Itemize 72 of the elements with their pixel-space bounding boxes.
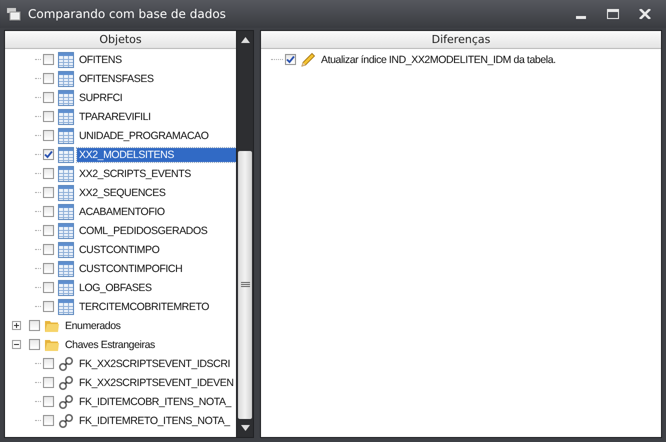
table-icon bbox=[58, 90, 74, 106]
tree-item[interactable]: Enumerados bbox=[63, 318, 123, 332]
tree-item[interactable]: Chaves Estrangeiras bbox=[63, 338, 157, 352]
table-icon bbox=[58, 128, 74, 144]
checkbox[interactable] bbox=[43, 225, 54, 236]
pencil-icon bbox=[300, 52, 316, 68]
checkbox[interactable] bbox=[43, 377, 54, 388]
checkbox[interactable] bbox=[43, 244, 54, 255]
checkbox[interactable] bbox=[43, 415, 54, 426]
tree-item[interactable]: ACABAMENTOFIO bbox=[77, 204, 167, 218]
tree-item[interactable]: TPARAREVIFILI bbox=[77, 110, 153, 124]
checkbox[interactable] bbox=[43, 92, 54, 103]
column-header: Objetos bbox=[5, 31, 236, 49]
table-icon bbox=[58, 184, 74, 200]
tree-item[interactable]: CUSTCONTIMPO bbox=[77, 242, 162, 256]
checkbox[interactable] bbox=[43, 54, 54, 65]
table-icon bbox=[58, 70, 74, 86]
table-icon bbox=[58, 108, 74, 124]
tree-item[interactable]: XX2_MODELSITENS bbox=[77, 148, 236, 162]
column-header: Diferenças bbox=[261, 31, 661, 49]
table-icon bbox=[58, 146, 74, 162]
tree-item[interactable]: TERCITEMCOBRITEMRETO bbox=[77, 300, 212, 314]
checkbox[interactable] bbox=[43, 263, 54, 274]
link-icon bbox=[58, 356, 74, 372]
checkbox[interactable] bbox=[43, 358, 54, 369]
expand-icon[interactable] bbox=[12, 321, 21, 330]
tree-item[interactable]: OFITENSFASES bbox=[77, 72, 156, 86]
grip-icon bbox=[240, 282, 250, 288]
checkbox[interactable] bbox=[285, 54, 296, 65]
maximize-icon[interactable] bbox=[607, 9, 619, 19]
link-icon bbox=[58, 394, 74, 410]
tree-item[interactable]: SUPRFCI bbox=[77, 90, 124, 104]
table-icon bbox=[58, 280, 74, 296]
close-icon[interactable] bbox=[639, 9, 651, 19]
tree-item[interactable]: XX2_SCRIPTS_EVENTS bbox=[77, 166, 193, 180]
checkbox[interactable] bbox=[43, 73, 54, 84]
table-icon bbox=[58, 204, 74, 220]
table-icon bbox=[58, 222, 74, 238]
link-icon bbox=[58, 412, 74, 428]
tree-item[interactable]: FK_IDITEMCOBR_ITENS_NOTA_ bbox=[77, 394, 234, 408]
checkbox[interactable] bbox=[43, 301, 54, 312]
checkbox[interactable] bbox=[43, 149, 54, 160]
tree-item[interactable]: Atualizar índice IND_XX2MODELITEN_IDM da tabela. bbox=[319, 52, 558, 66]
tree-item[interactable]: LOG_OBFASES bbox=[77, 280, 154, 294]
checkbox[interactable] bbox=[43, 111, 54, 122]
scrollbar[interactable] bbox=[237, 30, 254, 438]
tree-item[interactable]: FK_XX2SCRIPTSEVENT_IDSCRI bbox=[77, 356, 232, 370]
link-icon bbox=[58, 374, 74, 390]
checkbox[interactable] bbox=[29, 339, 40, 350]
tree-item[interactable]: FK_IDITEMRETO_ITENS_NOTA_ bbox=[77, 414, 232, 428]
scroll-down-icon[interactable] bbox=[240, 425, 250, 431]
checkbox[interactable] bbox=[43, 206, 54, 217]
tree-item[interactable]: XX2_SEQUENCES bbox=[77, 186, 168, 200]
window-title: Comparando com base de dados bbox=[28, 7, 227, 21]
tree-item[interactable]: UNIDADE_PROGRAMACAO bbox=[77, 128, 211, 142]
checkbox[interactable] bbox=[43, 168, 54, 179]
checkbox[interactable] bbox=[29, 320, 40, 331]
table-icon bbox=[58, 298, 74, 314]
checkbox[interactable] bbox=[43, 130, 54, 141]
table-icon bbox=[58, 166, 74, 182]
table-icon bbox=[58, 260, 74, 276]
scroll-up-icon[interactable] bbox=[240, 37, 250, 43]
checkbox[interactable] bbox=[43, 396, 54, 407]
collapse-icon[interactable] bbox=[12, 340, 21, 349]
checkbox[interactable] bbox=[43, 282, 54, 293]
checkbox[interactable] bbox=[43, 187, 54, 198]
table-icon bbox=[58, 52, 74, 68]
tree-item[interactable]: CUSTCONTIMPOFICH bbox=[77, 262, 184, 276]
tree-item[interactable]: COML_PEDIDOSGERADOS bbox=[77, 224, 210, 238]
tree-item[interactable]: OFITENS bbox=[77, 52, 124, 66]
table-icon bbox=[58, 242, 74, 258]
tree-item[interactable]: FK_XX2SCRIPTSEVENT_IDEVEN bbox=[77, 376, 236, 390]
